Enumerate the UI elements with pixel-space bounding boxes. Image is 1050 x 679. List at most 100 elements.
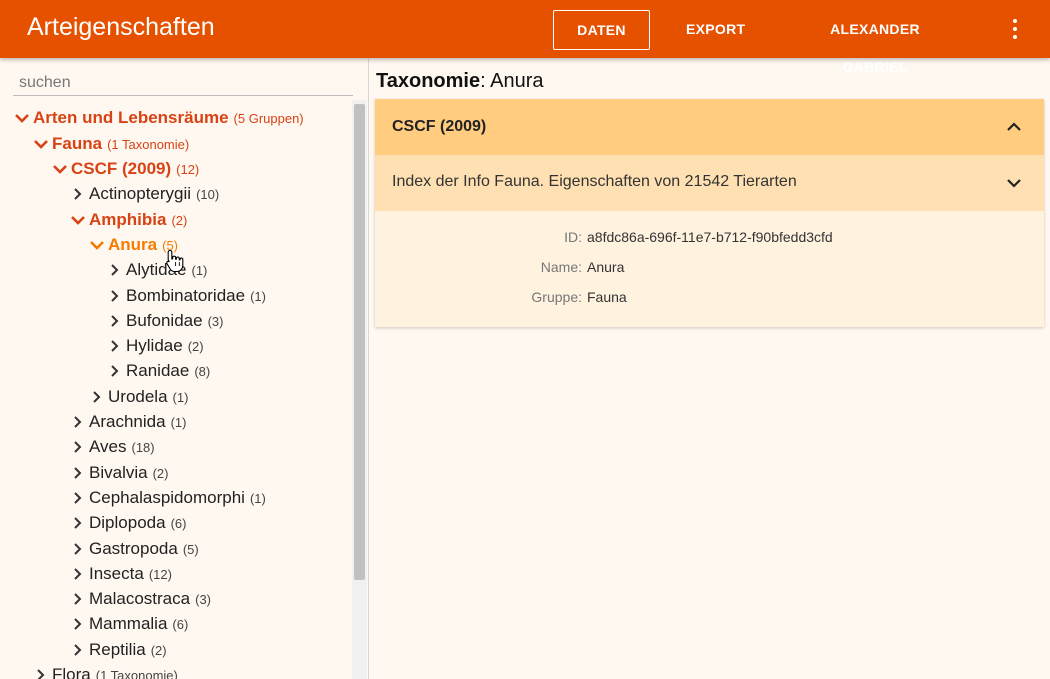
tree-node-label: Cephalaspidomorphi (89, 488, 245, 507)
panel-subtitle: Index der Info Fauna. Eigenschaften von … (392, 173, 797, 190)
tree-node-alytidae[interactable]: Alytidae (1) (107, 258, 207, 282)
taxonomy-tree: Arten und Lebensräume (5 Gruppen) Fauna (1… (0, 58, 350, 679)
tree-node-label: CSCF (2009) (71, 159, 172, 178)
chevron-right-icon (33, 667, 49, 679)
tree-node-count: (1 Taxonomie) (95, 668, 178, 679)
property-value: a8fdc86a-696f-11e7-b712-f90bfedd3cfd (587, 229, 833, 245)
chevron-right-icon (70, 515, 86, 531)
tree-node-count: (1 Taxonomie) (107, 137, 190, 152)
tree-node-cephalaspidomorphi[interactable]: Cephalaspidomorphi (1) (70, 486, 266, 510)
tree-node-label: Arachnida (89, 412, 166, 431)
app-bar: Arteigenschaften Daten Export Alexander … (0, 0, 1050, 75)
tree-node-mammalia[interactable]: Mammalia (6) (70, 612, 188, 636)
tree-node-flora[interactable]: Flora (1 Taxonomie) (33, 663, 178, 679)
tree-node-count: (2) (150, 643, 167, 658)
chevron-down-icon (89, 237, 105, 253)
tree-node-cscf[interactable]: CSCF (2009) (12) (52, 157, 199, 181)
tree-node-count: (10) (196, 187, 220, 202)
chevron-right-icon (70, 566, 86, 582)
chevron-down-icon (52, 161, 68, 177)
tree-node-hylidae[interactable]: Hylidae (2) (107, 334, 204, 358)
nav-daten-button[interactable]: Daten (553, 10, 650, 50)
tree-node-count: (1) (249, 491, 266, 506)
page-title-value: : Anura (480, 70, 544, 92)
nav-user-button[interactable]: Alexander Gabriel (799, 10, 951, 75)
tree-node-count: (1) (191, 263, 208, 278)
tree-node-reptilia[interactable]: Reptilia (2) (70, 638, 167, 662)
chevron-right-icon (70, 439, 86, 455)
tree-node-count: (2) (152, 466, 169, 481)
tree-node-label: Gastropoda (89, 539, 178, 558)
tree-node-label: Fauna (52, 134, 103, 153)
tree-node-count: (2) (187, 339, 204, 354)
tree-node-malacostraca[interactable]: Malacostraca (3) (70, 587, 211, 611)
panel-subheader[interactable]: Index der Info Fauna. Eigenschaften von … (375, 155, 1044, 211)
tree-node-count: (12) (176, 162, 200, 177)
chevron-right-icon (70, 642, 86, 658)
taxonomy-panel: CSCF (2009) Index der Info Fauna. Eigens… (375, 99, 1044, 327)
tree-node-insecta[interactable]: Insecta (12) (70, 562, 172, 586)
chevron-down-icon (14, 110, 30, 126)
tree-node-fauna[interactable]: Fauna (1 Taxonomie) (33, 132, 189, 156)
tree-node-actinopterygii[interactable]: Actinopterygii (10) (70, 182, 219, 206)
tree-node-label: Mammalia (89, 614, 168, 633)
tree-node-aves[interactable]: Aves (18) (70, 435, 155, 459)
chevron-right-icon (70, 591, 86, 607)
tree-node-ranidae[interactable]: Ranidae (8) (107, 359, 210, 383)
chevron-right-icon (89, 389, 105, 405)
chevron-right-icon (70, 186, 86, 202)
page-title: Taxonomie: Anura (376, 70, 543, 93)
tree-node-gastropoda[interactable]: Gastropoda (5) (70, 537, 199, 561)
chevron-down-icon (33, 136, 49, 152)
tree-node-count: (8) (194, 364, 211, 379)
tree-node-count: (6) (170, 516, 187, 531)
nav-export-button[interactable]: Export (686, 10, 745, 48)
tree-node-label: Diplopoda (89, 513, 166, 532)
chevron-right-icon (70, 616, 86, 632)
property-value: Fauna (587, 289, 627, 305)
tree-node-label: Ranidae (126, 361, 190, 380)
tree-node-count: (18) (131, 440, 155, 455)
property-value: Anura (587, 259, 625, 275)
tree-node-count: (12) (148, 567, 172, 582)
property-row-gruppe: Gruppe: Fauna (375, 289, 1044, 309)
more-vert-icon[interactable] (1007, 16, 1023, 42)
tree-node-arachnida[interactable]: Arachnida (1) (70, 410, 186, 434)
hand-pointer-icon (165, 249, 185, 278)
chevron-right-icon (70, 465, 86, 481)
panel-header[interactable]: CSCF (2009) (375, 99, 1044, 155)
tree-node-count: (2) (171, 213, 188, 228)
sidebar-scrollbar[interactable] (352, 100, 367, 679)
tree-node-count: (5 Gruppen) (233, 111, 304, 126)
tree-node-label: Bombinatoridae (126, 286, 246, 305)
tree-node-label: Insecta (89, 564, 144, 583)
scrollbar-thumb[interactable] (354, 104, 365, 580)
tree-node-bufonidae[interactable]: Bufonidae (3) (107, 309, 223, 333)
chevron-right-icon (107, 338, 123, 354)
tree-node-amphibia[interactable]: Amphibia (2) (70, 208, 187, 232)
chevron-right-icon (107, 313, 123, 329)
tree-node-diplopoda[interactable]: Diplopoda (6) (70, 511, 186, 535)
tree-node-bivalvia[interactable]: Bivalvia (2) (70, 461, 168, 485)
tree-node-count: (1) (250, 289, 266, 304)
chevron-down-icon (70, 212, 86, 228)
chevron-down-icon[interactable] (1005, 174, 1023, 192)
chevron-up-icon[interactable] (1005, 118, 1023, 136)
chevron-right-icon (70, 490, 86, 506)
tree-node-label: Arten und Lebensräume (33, 108, 229, 127)
property-row-name: Name: Anura (375, 259, 1044, 279)
tree-node-root[interactable]: Arten und Lebensräume (5 Gruppen) (14, 106, 304, 130)
tree-node-label: Urodela (108, 387, 168, 406)
property-label: Gruppe: (531, 289, 582, 305)
property-label: Name: (540, 259, 582, 275)
tree-node-label: Flora (52, 665, 91, 679)
tree-node-count: (1) (170, 415, 187, 430)
tree-node-count: (3) (207, 314, 224, 329)
tree-node-urodela[interactable]: Urodela (1) (89, 385, 188, 409)
tree-node-count: (5) (182, 542, 199, 557)
chevron-right-icon (107, 363, 123, 379)
tree-node-label: Anura (108, 235, 158, 254)
chevron-right-icon (70, 541, 86, 557)
tree-node-bombinatoridae[interactable]: Bombinatoridae (1) (107, 284, 266, 308)
tree-node-count: (6) (172, 617, 189, 632)
